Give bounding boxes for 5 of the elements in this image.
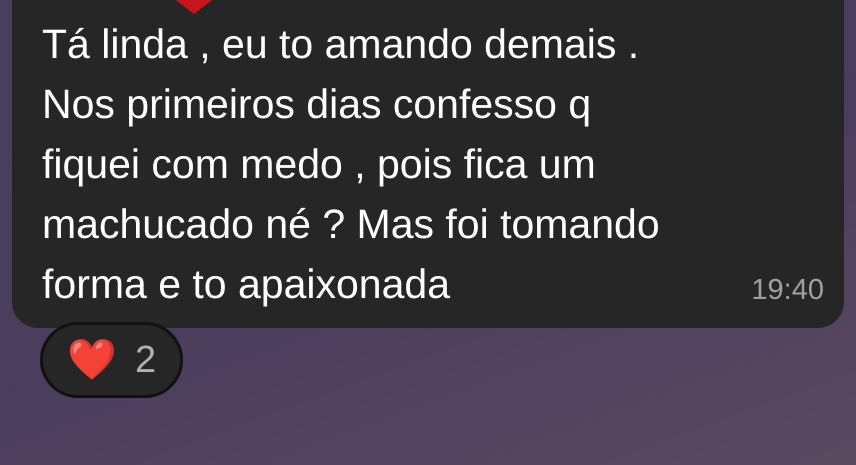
reaction-count: 2 [135,341,156,379]
heart-emoji: ❤ [67,340,117,380]
message-text: Tá linda , eu to amando demais . Nos primeiros dias confesso q fiquei com medo , pois fica um machucado né ? Mas foi tomando forma e to apaixonada [42,20,660,309]
reaction-chip[interactable]: ❤ 2 [40,322,184,398]
message-time: 19:40 [751,273,824,308]
